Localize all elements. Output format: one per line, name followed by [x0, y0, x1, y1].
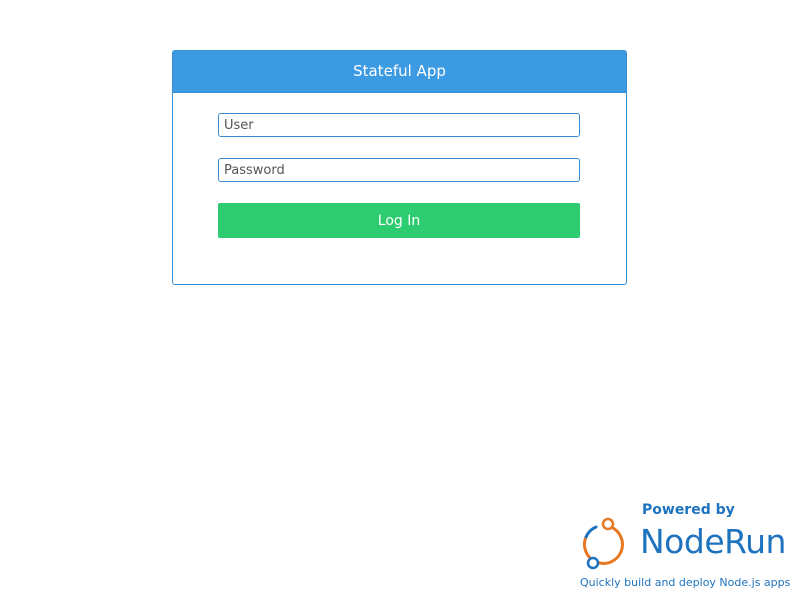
powered-by-text: Powered by	[642, 502, 735, 518]
login-panel: Stateful App Log In	[172, 50, 627, 285]
brand-name: NodeRun	[640, 522, 786, 561]
user-input[interactable]	[218, 113, 580, 137]
login-button[interactable]: Log In	[218, 203, 580, 238]
page: Stateful App Log In Powered by NodeRun Q…	[0, 0, 800, 600]
login-form: Log In	[173, 93, 626, 284]
noderun-logo-icon	[582, 517, 624, 570]
tagline: Quickly build and deploy Node.js apps	[580, 576, 791, 589]
powered-by-badge[interactable]: Powered by NodeRun Quickly build and dep…	[578, 500, 792, 594]
password-input[interactable]	[218, 158, 580, 182]
panel-title: Stateful App	[173, 51, 626, 93]
